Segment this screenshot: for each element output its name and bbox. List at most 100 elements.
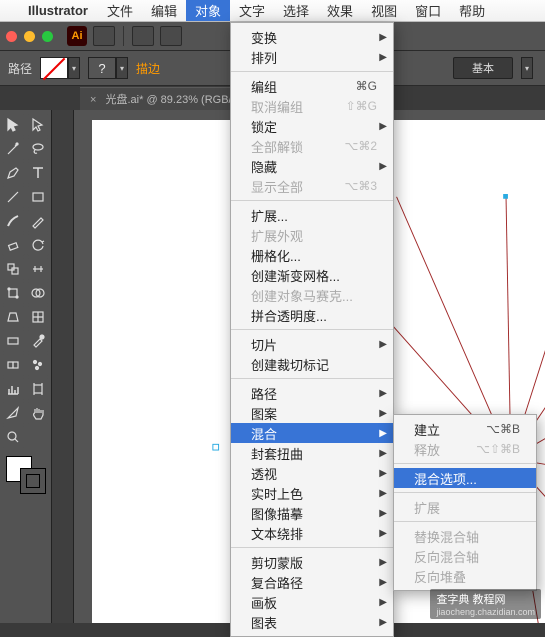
gradient-tool[interactable] (2, 330, 25, 352)
blend-tool[interactable] (2, 354, 25, 376)
blend-menu-item[interactable]: 混合选项... (394, 468, 536, 488)
arrange-docs-icon[interactable] (132, 26, 154, 46)
fill-stroke-control[interactable] (2, 454, 49, 496)
shape-builder-tool[interactable] (27, 282, 50, 304)
submenu-arrow-icon: ▶ (379, 428, 387, 439)
object-menu-item[interactable]: 扩展... (231, 205, 393, 225)
minimize-icon[interactable] (24, 31, 35, 42)
object-menu-item[interactable]: 实时上色▶ (231, 483, 393, 503)
zoom-icon[interactable] (42, 31, 53, 42)
direct-select-tool[interactable] (27, 114, 50, 136)
document-tab[interactable]: × 光盘.ai* @ 89.23% (RGB/预 (80, 87, 253, 110)
object-menu-item[interactable]: 图像描摹▶ (231, 503, 393, 523)
menu-视图[interactable]: 视图 (362, 0, 406, 21)
pen-tool[interactable] (2, 162, 25, 184)
object-menu-item[interactable]: 图表▶ (231, 612, 393, 632)
object-menu-item[interactable]: 拼合透明度... (231, 305, 393, 325)
shortcut-label: ⇧⌘G (318, 99, 377, 113)
submenu-arrow-icon: ▶ (379, 52, 387, 63)
close-tab-icon[interactable]: × (90, 94, 96, 106)
app-name[interactable]: Illustrator (18, 3, 98, 18)
object-menu-item: 取消编组⇧⌘G (231, 96, 393, 116)
menu-item-label: 替换混合轴 (414, 527, 479, 546)
object-menu-item[interactable]: 编组⌘G (231, 76, 393, 96)
stroke-dropdown[interactable]: ▾ (116, 57, 128, 79)
brush-tool[interactable] (2, 210, 25, 232)
menu-item-label: 扩展外观 (251, 226, 303, 245)
object-menu-item[interactable]: 混合▶ (231, 423, 393, 443)
fill-swatch[interactable] (40, 57, 68, 79)
menu-帮助[interactable]: 帮助 (450, 0, 494, 21)
object-menu-item[interactable]: 封套扭曲▶ (231, 443, 393, 463)
scale-tool[interactable] (2, 258, 25, 280)
slice-tool[interactable] (2, 402, 25, 424)
shortcut-label: ⌥⌘3 (316, 179, 377, 193)
menu-效果[interactable]: 效果 (318, 0, 362, 21)
menu-对象[interactable]: 对象 (186, 0, 230, 21)
collapsed-panel[interactable] (52, 110, 74, 623)
screen-mode-icon[interactable] (160, 26, 182, 46)
submenu-arrow-icon: ▶ (379, 339, 387, 350)
menu-item-label: 排列 (251, 48, 277, 67)
free-transform-tool[interactable] (2, 282, 25, 304)
lasso-tool[interactable] (27, 138, 50, 160)
selection-type-label: 路径 (8, 60, 32, 77)
menu-文件[interactable]: 文件 (98, 0, 142, 21)
eyedropper-tool[interactable] (27, 330, 50, 352)
shortcut-label: ⌥⌘2 (316, 139, 377, 153)
object-menu-item[interactable]: 锁定▶ (231, 116, 393, 136)
mesh-tool[interactable] (27, 306, 50, 328)
menu-item-label: 复合路径 (251, 573, 303, 592)
object-menu-item[interactable]: 文本绕排▶ (231, 523, 393, 543)
fill-dropdown[interactable]: ▾ (68, 57, 80, 79)
graph-tool[interactable] (2, 378, 25, 400)
object-menu-item: 全部解锁⌥⌘2 (231, 136, 393, 156)
hand-tool[interactable] (27, 402, 50, 424)
object-menu-item[interactable]: 复合路径▶ (231, 572, 393, 592)
object-menu-item[interactable]: 栅格化... (231, 245, 393, 265)
shortcut-label: ⌥⌘B (458, 422, 520, 436)
perspective-tool[interactable] (2, 306, 25, 328)
stroke-swatch[interactable]: ? (88, 57, 116, 79)
object-menu-item[interactable]: 透视▶ (231, 463, 393, 483)
blend-menu-item: 扩展 (394, 497, 536, 517)
submenu-arrow-icon: ▶ (379, 557, 387, 568)
line-tool[interactable] (2, 186, 25, 208)
object-menu-item[interactable]: 变换▶ (231, 27, 393, 47)
bridge-icon[interactable] (93, 26, 115, 46)
object-menu-item[interactable]: 隐藏▶ (231, 156, 393, 176)
menu-item-label: 图表 (251, 613, 277, 632)
object-menu-item[interactable]: 排列 ▶ (231, 47, 393, 67)
object-menu-item[interactable]: 创建渐变网格... (231, 265, 393, 285)
object-menu-item[interactable]: 剪切蒙版▶ (231, 552, 393, 572)
rect-tool[interactable] (27, 186, 50, 208)
menu-item-label: 透视 (251, 464, 277, 483)
eraser-tool[interactable] (2, 234, 25, 256)
symbol-spray-tool[interactable] (27, 354, 50, 376)
close-icon[interactable] (6, 31, 17, 42)
selection-tool[interactable] (2, 114, 25, 136)
graphic-style[interactable]: 基本 (453, 57, 513, 79)
menu-窗口[interactable]: 窗口 (406, 0, 450, 21)
menu-item-label: 锁定 (251, 117, 277, 136)
menu-item-label: 创建对象马赛克... (251, 286, 353, 305)
object-menu-item[interactable]: 画板▶ (231, 592, 393, 612)
width-tool[interactable] (27, 258, 50, 280)
document-tab-title: 光盘.ai* @ 89.23% (RGB/预 (106, 94, 243, 106)
object-menu-item[interactable]: 图案▶ (231, 403, 393, 423)
stroke-link[interactable]: 描边 (136, 60, 160, 77)
blend-menu-item[interactable]: 建立⌥⌘B (394, 419, 536, 439)
pencil-tool[interactable] (27, 210, 50, 232)
menu-文字[interactable]: 文字 (230, 0, 274, 21)
object-menu-item[interactable]: 路径▶ (231, 383, 393, 403)
graphic-style-dropdown[interactable]: ▾ (521, 57, 533, 79)
zoom-tool[interactable] (2, 426, 25, 448)
menu-编辑[interactable]: 编辑 (142, 0, 186, 21)
artboard-tool[interactable] (27, 378, 50, 400)
magic-wand-tool[interactable] (2, 138, 25, 160)
object-menu-item[interactable]: 切片▶ (231, 334, 393, 354)
object-menu-item[interactable]: 创建裁切标记 (231, 354, 393, 374)
rotate-tool[interactable] (27, 234, 50, 256)
type-tool[interactable] (27, 162, 50, 184)
menu-选择[interactable]: 选择 (274, 0, 318, 21)
